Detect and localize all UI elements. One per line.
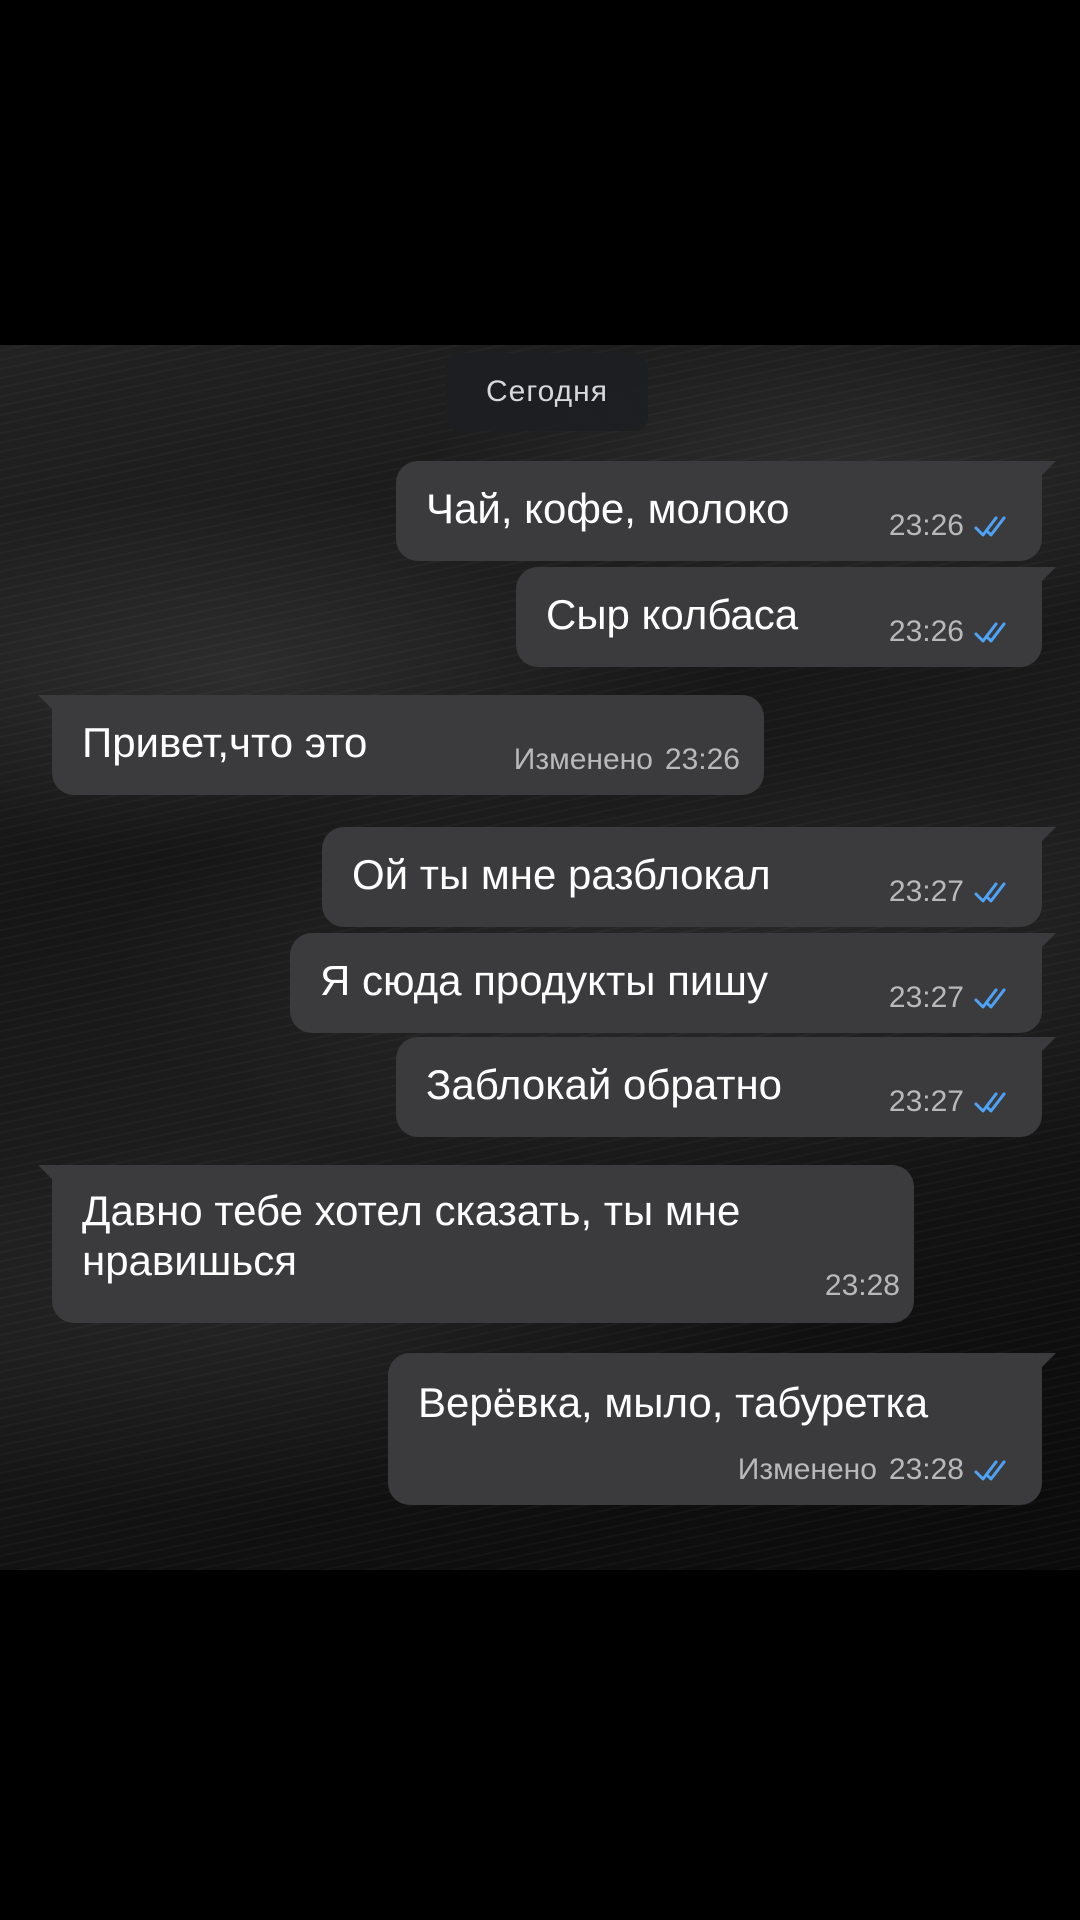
- message-text: Верёвка, мыло, табуретка: [418, 1379, 929, 1426]
- message-time: 23:26: [664, 743, 740, 776]
- double-check-icon: [974, 882, 1006, 903]
- chat-background: Сегодня Чай, кофе, молоко 23:26 Сыр колб…: [0, 345, 1080, 1570]
- double-check-icon: [974, 988, 1006, 1009]
- message-meta: 23:27: [889, 981, 1014, 1015]
- message-meta: 23:26: [889, 615, 1014, 649]
- message-outgoing[interactable]: Заблокай обратно 23:27: [396, 1037, 1056, 1137]
- message-time: 23:27: [888, 1085, 964, 1118]
- message-meta: 23:27: [889, 875, 1014, 909]
- message-meta: Изменено 23:26: [514, 743, 740, 777]
- message-meta: Изменено 23:28: [738, 1453, 1014, 1487]
- message-meta: 23:26: [889, 509, 1014, 543]
- message-time: 23:26: [888, 615, 964, 648]
- message-outgoing[interactable]: Верёвка, мыло, табуретка Изменено 23:28: [388, 1353, 1056, 1505]
- message-outgoing[interactable]: Ой ты мне разблокал 23:27: [322, 827, 1056, 927]
- double-check-icon: [974, 1092, 1006, 1113]
- double-check-icon: [974, 1460, 1006, 1481]
- message-text-line-2: нравишься: [82, 1237, 298, 1284]
- message-text: Чай, кофе, молоко: [426, 485, 790, 532]
- message-text: Заблокай обратно: [426, 1061, 783, 1108]
- double-check-icon: [974, 622, 1006, 643]
- message-text: Сыр колбаса: [546, 591, 799, 638]
- message-text: Привет,что это: [82, 719, 368, 766]
- message-incoming[interactable]: Привет,что это Изменено 23:26: [38, 695, 764, 795]
- message-incoming[interactable]: Давно тебе хотел сказать, ты мне нравишь…: [38, 1165, 914, 1323]
- message-outgoing[interactable]: Сыр колбаса 23:26: [516, 567, 1056, 667]
- message-outgoing[interactable]: Я сюда продукты пишу 23:27: [290, 933, 1056, 1033]
- message-time: 23:28: [888, 1453, 964, 1486]
- message-text-line-1: Давно тебе хотел сказать, ты мне: [82, 1187, 741, 1234]
- message-time: 23:26: [888, 509, 964, 542]
- double-check-icon: [974, 516, 1006, 537]
- message-time: 23:27: [888, 875, 964, 908]
- message-text: Ой ты мне разблокал: [352, 851, 771, 898]
- message-time: 23:28: [824, 1269, 900, 1302]
- date-label: Сегодня: [486, 375, 608, 408]
- message-time: 23:27: [888, 981, 964, 1014]
- message-meta: 23:27: [889, 1085, 1014, 1119]
- date-separator: Сегодня: [446, 353, 648, 431]
- edited-label: Изменено: [737, 1453, 877, 1486]
- message-text: Я сюда продукты пишу: [320, 957, 768, 1004]
- message-outgoing[interactable]: Чай, кофе, молоко 23:26: [396, 461, 1056, 561]
- edited-label: Изменено: [513, 743, 653, 776]
- message-meta: 23:28: [825, 1269, 900, 1303]
